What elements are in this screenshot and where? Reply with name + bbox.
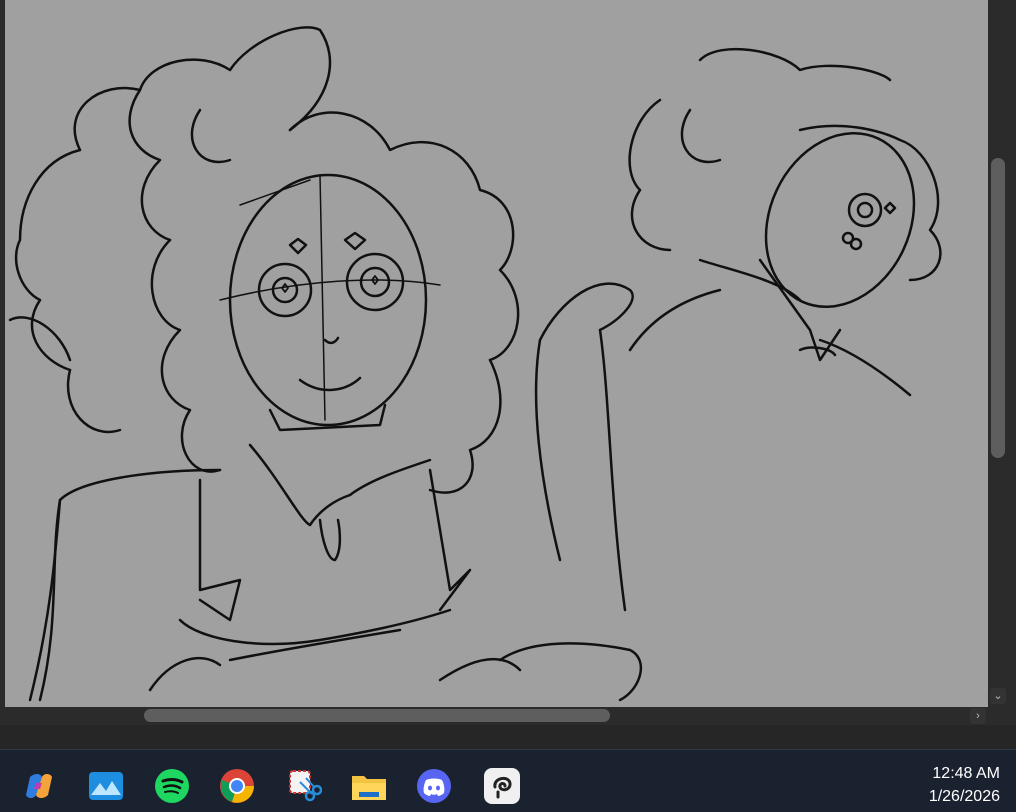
taskbar-clock-time[interactable]: 12:48 AM bbox=[932, 765, 1000, 783]
drawing-canvas[interactable] bbox=[0, 0, 988, 707]
copilot-icon[interactable] bbox=[19, 766, 59, 806]
app-status-strip bbox=[0, 725, 1016, 749]
spotify-icon[interactable] bbox=[152, 766, 192, 806]
horizontal-scroll-thumb[interactable] bbox=[144, 709, 610, 722]
photos-icon[interactable] bbox=[86, 766, 126, 806]
file-explorer-icon[interactable] bbox=[349, 766, 389, 806]
sketch-artwork bbox=[8, 26, 942, 702]
scroll-right-arrow-icon[interactable]: › bbox=[970, 708, 986, 724]
scroll-down-arrow-icon[interactable]: ⌄ bbox=[990, 688, 1006, 704]
chrome-icon[interactable] bbox=[217, 766, 257, 806]
discord-icon[interactable] bbox=[414, 766, 454, 806]
taskbar-clock-date[interactable]: 1/26/2026 bbox=[929, 788, 1000, 806]
vertical-scroll-thumb[interactable] bbox=[991, 158, 1005, 458]
clip-studio-icon[interactable] bbox=[482, 766, 522, 806]
snipping-tool-icon[interactable] bbox=[284, 766, 324, 806]
